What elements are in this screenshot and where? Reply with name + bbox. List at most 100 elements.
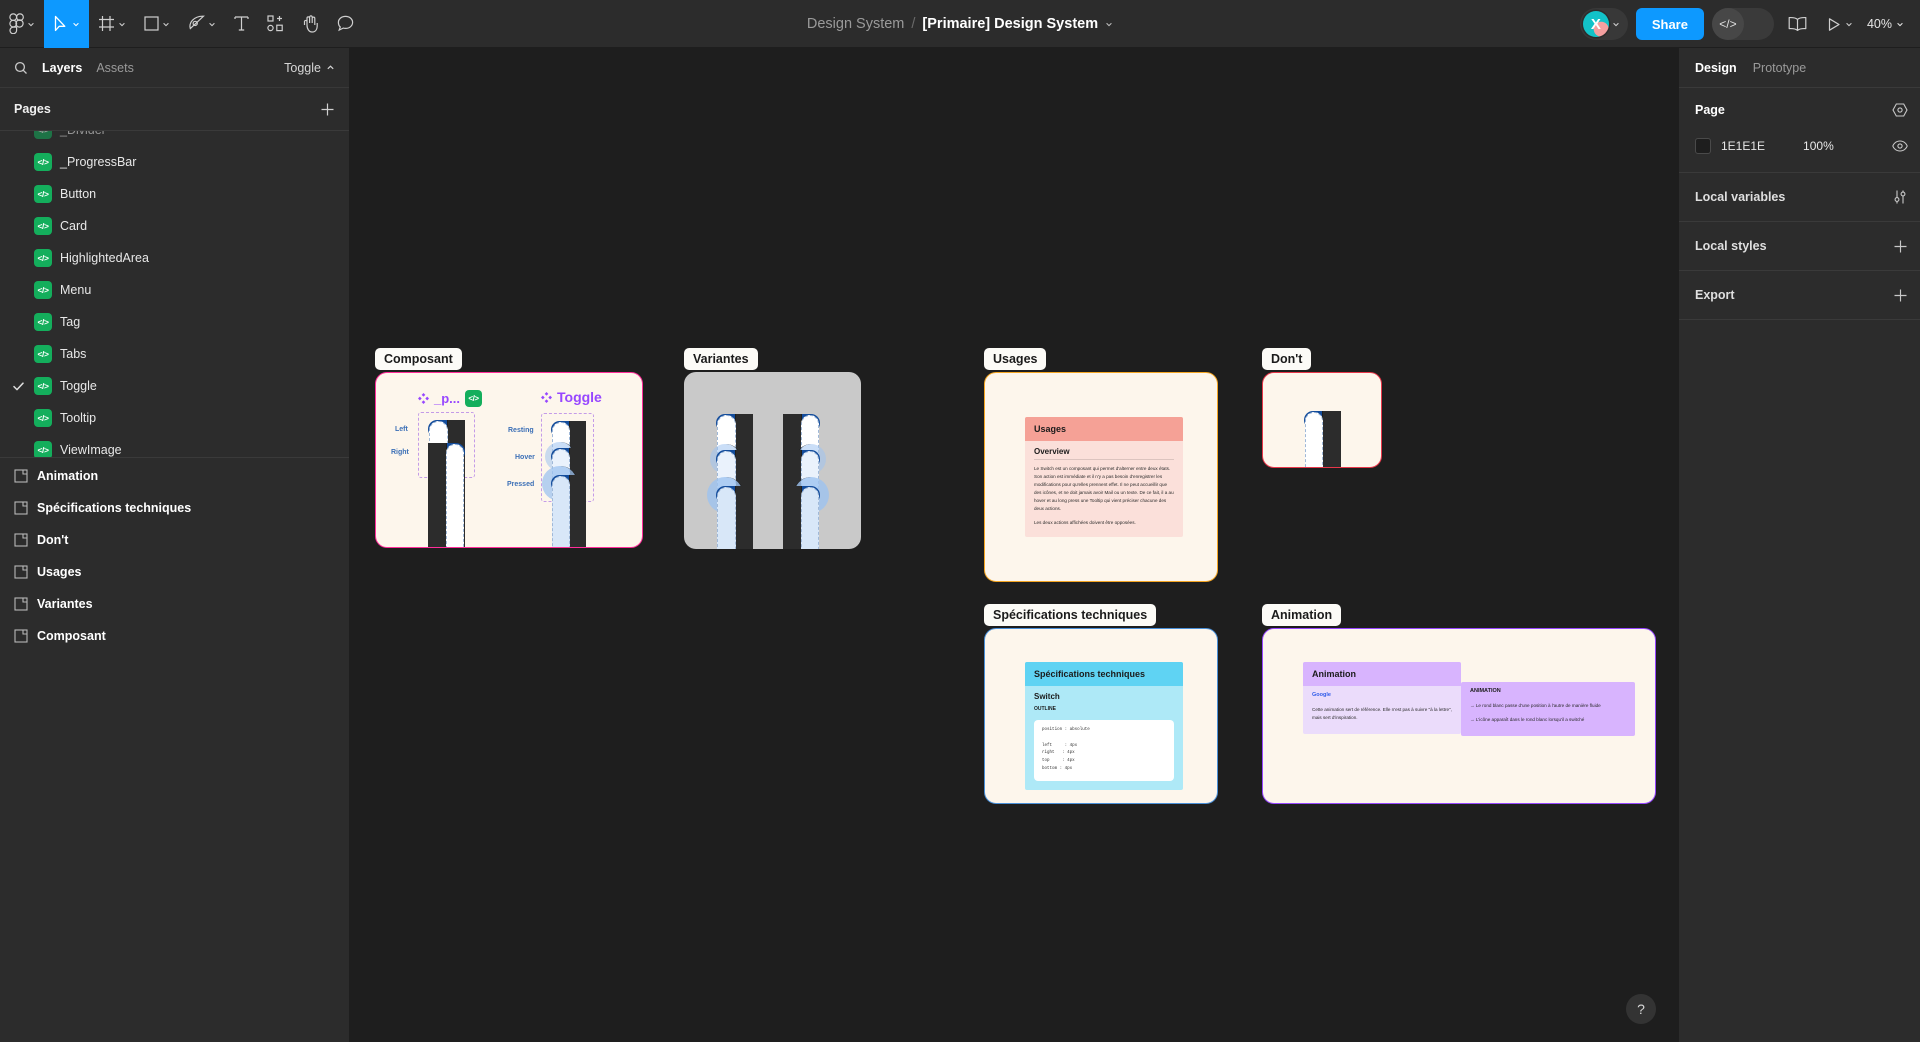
local-styles-section[interactable]: Local styles (1679, 222, 1920, 271)
comment-tool-button[interactable] (328, 0, 363, 48)
frame-label-variantes[interactable]: Variantes (684, 348, 758, 370)
zoom-control[interactable]: 40% (1867, 17, 1908, 31)
move-tool-button[interactable] (44, 0, 89, 48)
add-style-button[interactable] (1893, 239, 1908, 254)
page-color-row[interactable]: 1E1E1E 100% (1695, 132, 1908, 160)
page-item-label: Tag (60, 315, 81, 329)
frame-label-dont[interactable]: Don't (1262, 348, 1312, 370)
user-avatar-menu[interactable]: X (1579, 8, 1628, 40)
local-variables-section[interactable]: Local variables (1679, 173, 1920, 222)
component-code-icon: </> (34, 377, 52, 395)
page-item-toggle[interactable]: </> Toggle (0, 370, 349, 402)
layer-item-variantes[interactable]: Variantes (0, 588, 349, 620)
variantes-row (707, 477, 829, 549)
layer-label: Don't (37, 533, 69, 547)
toggle-off-icon (783, 486, 802, 549)
frame-composant[interactable]: Composant _p... </> Left Right Toggle Re… (375, 348, 643, 548)
tab-assets[interactable]: Assets (96, 61, 134, 75)
frame-icon (14, 565, 28, 579)
present-button[interactable] (1821, 17, 1859, 32)
page-item[interactable]: </> Card (0, 210, 349, 242)
layer-item-specifications[interactable]: Spécifications techniques (0, 492, 349, 524)
help-button[interactable]: ? (1626, 994, 1656, 1024)
component-code-icon: </> (34, 153, 52, 171)
animation-callout: ANIMATION → Le rond blanc passe d'une po… (1461, 682, 1635, 737)
frame-label-animation[interactable]: Animation (1262, 604, 1342, 626)
page-item[interactable]: </> Button (0, 178, 349, 210)
page-item[interactable]: </> _Divider (0, 131, 349, 146)
frame-label-usages[interactable]: Usages (984, 348, 1047, 370)
frame-dont[interactable]: Don't (1262, 348, 1382, 468)
page-item[interactable]: </> Tag (0, 306, 349, 338)
frame-label-specifications[interactable]: Spécifications techniques (984, 604, 1157, 626)
layer-item-animation[interactable]: Animation (0, 460, 349, 492)
toggle-variant-left-pressed[interactable] (707, 477, 753, 549)
component-code-icon: </> (465, 390, 483, 407)
page-item[interactable]: </> Tooltip (0, 402, 349, 434)
search-icon[interactable] (14, 61, 28, 75)
tab-prototype[interactable]: Prototype (1753, 61, 1807, 75)
tab-design[interactable]: Design (1695, 61, 1737, 75)
layer-item-usages[interactable]: Usages (0, 556, 349, 588)
frame-variantes[interactable]: Variantes (684, 348, 861, 549)
toggle-variant-left-hover[interactable] (710, 444, 753, 549)
component-code-icon: </> (34, 409, 52, 427)
toggle-hover[interactable] (545, 442, 586, 547)
page-item-label: Tabs (60, 347, 87, 361)
page-visibility-button[interactable] (1892, 140, 1908, 152)
frame-animation[interactable]: Animation Animation Google Cette animati… (1262, 604, 1656, 804)
zoom-level-label: 40% (1866, 17, 1892, 31)
dev-mode-toggle[interactable]: </> (1711, 8, 1774, 40)
actions-tool-button[interactable] (258, 0, 293, 48)
share-button[interactable]: Share (1635, 8, 1704, 40)
specifications-section-label: OUTLINE (1034, 706, 1056, 712)
breadcrumb-project[interactable]: Design System (807, 16, 905, 32)
frame-label-composant[interactable]: Composant (375, 348, 462, 370)
animation-link[interactable]: Google (1303, 686, 1461, 701)
toggle-resting[interactable] (551, 421, 586, 547)
layer-item-composant[interactable]: Composant (0, 620, 349, 652)
toggle-variant-right-hover[interactable] (783, 444, 826, 549)
shape-tool-button[interactable] (135, 0, 179, 48)
frame-icon (14, 597, 28, 611)
export-section[interactable]: Export (1679, 271, 1920, 320)
add-export-button[interactable] (1893, 288, 1908, 303)
text-tool-button[interactable] (225, 0, 258, 48)
canvas[interactable]: Composant _p... </> Left Right Toggle Re… (350, 48, 1678, 1042)
frame-body-dont (1262, 372, 1382, 468)
page-color-hex[interactable]: 1E1E1E (1721, 139, 1765, 153)
toggle-variant-right-pressed[interactable] (783, 477, 829, 549)
page-item[interactable]: </> Tabs (0, 338, 349, 370)
add-page-button[interactable] (320, 102, 335, 117)
open-variables-button[interactable] (1892, 189, 1908, 205)
breadcrumb-chevron-down-icon[interactable] (1105, 20, 1113, 28)
tab-layers[interactable]: Layers (42, 61, 82, 75)
library-button[interactable] (1782, 16, 1813, 32)
breadcrumb-file[interactable]: [Primaire] Design System (922, 16, 1098, 32)
toggle-left[interactable] (428, 420, 465, 547)
figma-menu-button[interactable] (0, 0, 44, 48)
toggle-pressed[interactable] (542, 466, 586, 547)
toggle-variant-right-off[interactable] (783, 414, 820, 549)
page-color-opacity[interactable]: 100% (1803, 139, 1834, 153)
layer-item-dont[interactable]: Don't (0, 524, 349, 556)
plus-icon (321, 103, 334, 115)
pen-tool-button[interactable] (179, 0, 225, 48)
page-item[interactable]: </> _ProgressBar (0, 146, 349, 178)
page-item[interactable]: </> Menu (0, 274, 349, 306)
frame-tool-button[interactable] (89, 0, 135, 48)
page-settings-button[interactable] (1892, 103, 1908, 117)
hand-tool-button[interactable] (293, 0, 328, 48)
chevron-down-icon (1846, 22, 1852, 27)
frame-usages[interactable]: Usages Usages Overview Le Switch est un … (984, 348, 1218, 582)
page-selector[interactable]: Toggle (284, 61, 335, 75)
page-item[interactable]: </> HighlightedArea (0, 242, 349, 274)
toggle-dont-example[interactable] (1303, 411, 1341, 467)
frame-specifications-techniques[interactable]: Spécifications techniques Spécifications… (984, 604, 1218, 804)
toggle-variant-left-off[interactable] (716, 414, 753, 549)
page-color-swatch[interactable] (1695, 138, 1711, 154)
component-code-icon: </> (34, 217, 52, 235)
pages-list[interactable]: </> _Divider </> _ProgressBar </> Button… (0, 130, 349, 457)
page-item[interactable]: </> ViewImage (0, 434, 349, 457)
toggle-right[interactable] (428, 443, 465, 547)
